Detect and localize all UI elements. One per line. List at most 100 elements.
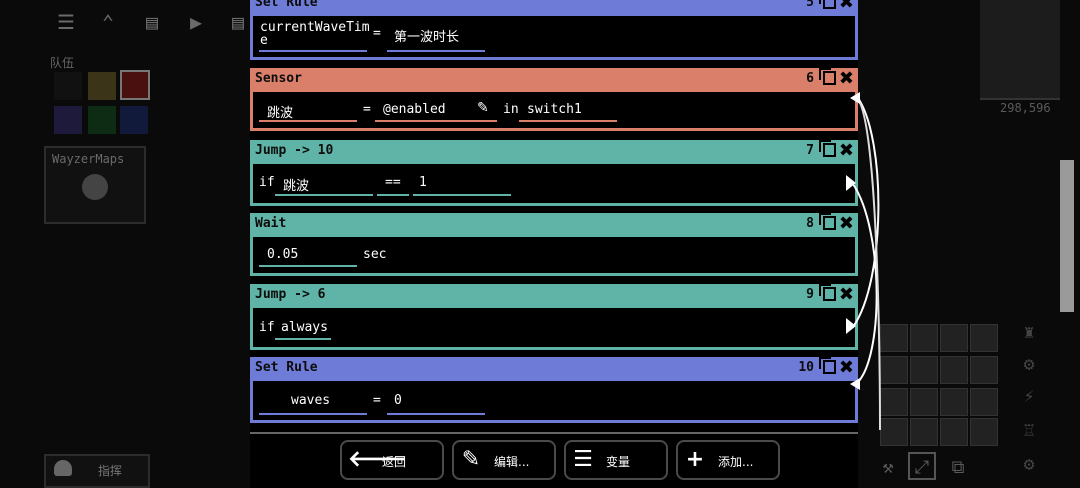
team-label: 队伍	[50, 56, 75, 70]
plus-icon: +	[685, 447, 705, 472]
block-slot[interactable]	[910, 388, 938, 416]
operator-field[interactable]: ==	[385, 175, 401, 190]
field-underline	[377, 194, 409, 196]
coordinates: 298,596	[1000, 101, 1051, 115]
sensor-field[interactable]: @enabled	[383, 102, 446, 117]
instruction-type: Set Rule	[255, 0, 318, 10]
edit-label: 编辑...	[494, 455, 530, 469]
instruction-sensor[interactable]: Sensor 6 ✖ 跳波 = @enabled ✎ in switch1	[250, 68, 858, 131]
instruction-body: waves = 0	[250, 381, 858, 423]
factory-icon[interactable]: ♖	[1016, 418, 1042, 444]
rule-field[interactable]: currentWaveTime	[260, 21, 372, 47]
block-slot[interactable]	[970, 356, 998, 384]
instruction-header[interactable]: Wait 8 ✖	[250, 213, 858, 237]
field-underline	[413, 194, 511, 196]
map-icon	[82, 174, 108, 200]
value-field[interactable]: 第一波时长	[394, 26, 459, 45]
team-swatch-selected[interactable]	[120, 70, 150, 100]
copy-icon[interactable]	[819, 68, 836, 85]
variables-button[interactable]: ☰ 变量	[564, 440, 668, 480]
instruction-header[interactable]: Jump -> 6 9 ✖	[250, 284, 858, 308]
field-underline	[387, 413, 485, 415]
block-slot[interactable]	[910, 356, 938, 384]
field-underline	[387, 50, 485, 52]
team-swatch[interactable]	[88, 72, 116, 100]
scrollbar[interactable]	[1060, 160, 1074, 312]
map-card[interactable]: WayzerMaps	[44, 146, 146, 224]
map-name: WayzerMaps	[52, 152, 125, 166]
block-slot[interactable]	[970, 418, 998, 446]
jump-line-7-to-10	[852, 183, 878, 385]
block-slot[interactable]	[910, 324, 938, 352]
target-field[interactable]: switch1	[527, 102, 582, 117]
logic-canvas[interactable]: Set Rule 5 ✖ currentWaveTime = 第一波时长 Sen…	[250, 0, 858, 432]
pencil-icon[interactable]: ✎	[477, 100, 489, 116]
instruction-wait[interactable]: Wait 8 ✖ 0.05 sec	[250, 213, 858, 276]
field-underline	[259, 413, 367, 415]
arrow-head	[850, 92, 860, 104]
instruction-set-rule[interactable]: Set Rule 10 ✖ waves = 0	[250, 357, 858, 423]
distribution-icon[interactable]: ⚙	[1016, 352, 1042, 378]
team-swatch[interactable]	[54, 106, 82, 134]
hammer-icon[interactable]: ⚒	[874, 454, 902, 482]
block-slot[interactable]	[910, 418, 938, 446]
instruction-header[interactable]: Set Rule 10 ✖	[250, 357, 858, 381]
condition-left-field[interactable]: 跳波	[283, 175, 309, 194]
field-underline	[259, 265, 357, 267]
clipboard-icon[interactable]: ▤	[226, 10, 250, 34]
block-slot[interactable]	[970, 324, 998, 352]
team-swatch[interactable]	[88, 106, 116, 134]
settings-icon[interactable]: ⚙	[1016, 452, 1042, 478]
play-icon[interactable]: ▶	[184, 10, 208, 34]
block-slot[interactable]	[940, 324, 968, 352]
equals-text: =	[363, 102, 371, 117]
copy-icon[interactable]	[819, 357, 836, 374]
edit-button[interactable]: ✎ 编辑...	[452, 440, 556, 480]
block-slot[interactable]	[970, 388, 998, 416]
block-slot[interactable]	[940, 418, 968, 446]
minimap[interactable]	[980, 0, 1060, 100]
field-underline	[259, 50, 367, 52]
field-underline	[375, 120, 497, 122]
instruction-set-rule[interactable]: Set Rule 5 ✖ currentWaveTime = 第一波时长	[250, 0, 858, 60]
wait-value-field[interactable]: 0.05	[267, 247, 298, 262]
add-label: 添加...	[718, 455, 754, 469]
instruction-body: if 跳波 == 1	[250, 164, 858, 206]
condition-right-field[interactable]: 1	[419, 175, 427, 190]
instruction-body: currentWaveTime = 第一波时长	[250, 16, 858, 60]
add-button[interactable]: + 添加...	[676, 440, 780, 480]
instruction-type: Set Rule	[255, 360, 318, 375]
expand-icon[interactable]: ⤢	[908, 452, 936, 480]
block-slot[interactable]	[940, 388, 968, 416]
clipboard-icon[interactable]: ▤	[140, 10, 164, 34]
team-swatch[interactable]	[120, 106, 148, 134]
copy-icon[interactable]	[819, 0, 836, 9]
copy-icon[interactable]: ⧉	[944, 454, 972, 482]
instruction-header[interactable]: Sensor 6 ✖	[250, 68, 858, 92]
copy-icon[interactable]	[819, 284, 836, 301]
chevron-up-icon[interactable]: ⌃	[96, 10, 120, 34]
instruction-header[interactable]: Jump -> 10 7 ✖	[250, 140, 858, 164]
team-swatch[interactable]	[54, 72, 82, 100]
instruction-jump[interactable]: Jump -> 10 7 ✖ if 跳波 == 1	[250, 140, 858, 206]
back-button[interactable]: 🡐 返回	[340, 440, 444, 480]
if-text: if	[259, 175, 275, 190]
rule-field[interactable]: waves	[291, 393, 330, 408]
instruction-header[interactable]: Set Rule 5 ✖	[250, 0, 858, 16]
field-underline	[275, 338, 331, 340]
copy-icon[interactable]	[819, 140, 836, 157]
value-field[interactable]: 0	[394, 393, 402, 408]
list-icon[interactable]: ☰	[54, 10, 78, 34]
instruction-jump[interactable]: Jump -> 6 9 ✖ if always	[250, 284, 858, 350]
condition-field[interactable]: always	[281, 320, 328, 335]
arrow-left-icon: 🡐	[348, 447, 407, 472]
command-label: 指挥	[98, 464, 123, 478]
result-field[interactable]: 跳波	[267, 102, 293, 121]
copy-icon[interactable]	[819, 213, 836, 230]
instruction-number: 9	[806, 287, 814, 302]
turret-icon[interactable]: ♜	[1016, 320, 1042, 346]
block-slot[interactable]	[940, 356, 968, 384]
power-icon[interactable]: ⚡	[1016, 384, 1042, 410]
command-button[interactable]: 指挥	[44, 454, 150, 488]
instruction-body: 0.05 sec	[250, 237, 858, 276]
